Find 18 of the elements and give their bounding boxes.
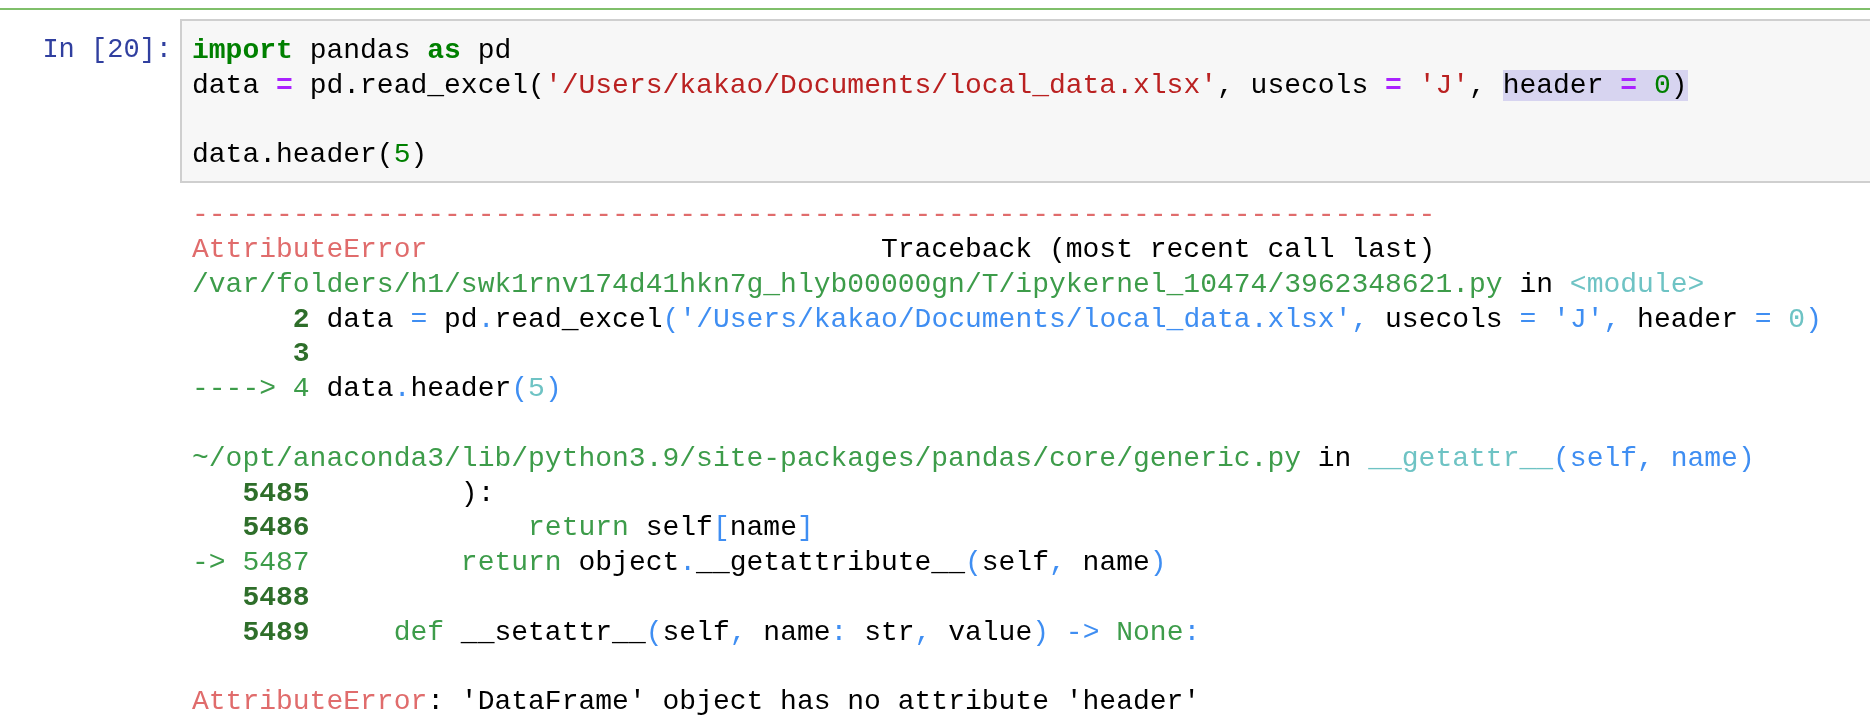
traceback-line: -> 5487 return object.__getattribute__(self, name) (192, 546, 1167, 581)
traceback-line: AttributeError: 'DataFrame' object has no attribute 'header' (192, 685, 1201, 716)
code-line: data.header(5) (192, 138, 428, 173)
traceback-line: 5488 (241, 580, 310, 615)
input-prompt: In [20]: (42, 34, 172, 67)
traceback-line: /var/folders/h1/swk1rnv174d41hkn7g_hlyb00000gn/T/ipykernel_10474/3962348621.py in <module> (192, 267, 1705, 302)
code-line: data = pd.read_excel('/Users/kakao/Documents/local_data.xlsx', usecols = 'J', header = 0) (192, 68, 1688, 103)
traceback-line: 5485 ): (241, 476, 495, 511)
traceback-line: 5486 return self[name] (241, 511, 814, 546)
traceback-line: AttributeError Traceback (most recent call last) (192, 233, 1436, 267)
traceback-line: ~/opt/anaconda3/lib/python3.9/site-packages/pandas/core/generic.py in __getattr__(self, name) (192, 441, 1755, 476)
code-line: import pandas as pd (192, 34, 512, 68)
code-editor[interactable]: import pandas as pd data = pd.read_excel('/Users/kakao/Documents/local_data.xlsx', usecols = 'J', header = 0) data.header(5) (180, 19, 1870, 184)
traceback-line: 2 data = pd.read_excel('/Users/kakao/Documents/local_data.xlsx', usecols = 'J', header = 0) (291, 302, 1822, 337)
traceback-line: ----> 4 data.header(5) (192, 372, 562, 407)
traceback-line: 5489 def __setattr__(self, name: str, value) -> None: (241, 615, 1201, 650)
traceback-line: 3 (291, 337, 310, 372)
traceback-line: -------------------------------------------------------------------------- (192, 198, 1436, 233)
